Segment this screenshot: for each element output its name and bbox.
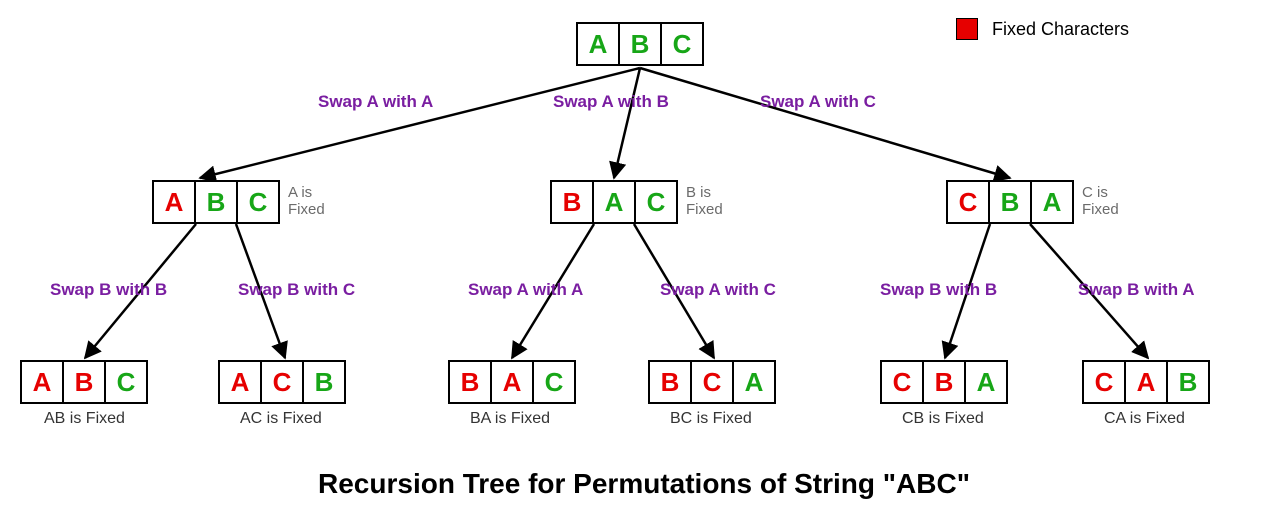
cell: C — [880, 360, 924, 404]
cell: A — [490, 360, 534, 404]
cell: B — [648, 360, 692, 404]
arrows-layer — [0, 0, 1288, 524]
cell: A — [732, 360, 776, 404]
cell: A — [218, 360, 262, 404]
cell: B — [922, 360, 966, 404]
cell: B — [194, 180, 238, 224]
swap-label: Swap A with A — [468, 280, 583, 300]
node-l1-0: A B C — [152, 180, 278, 224]
cell: A — [576, 22, 620, 66]
result-label: AC is Fixed — [240, 410, 322, 428]
result-label: CB is Fixed — [902, 410, 984, 428]
swap-label: Swap A with B — [553, 92, 669, 112]
cell: B — [550, 180, 594, 224]
legend-swatch — [956, 18, 978, 40]
node-leaf-4: C B A — [880, 360, 1006, 404]
cell: B — [618, 22, 662, 66]
result-label: CA is Fixed — [1104, 410, 1185, 428]
swap-label: Swap B with B — [880, 280, 997, 300]
swap-label: Swap B with C — [238, 280, 355, 300]
cell: A — [964, 360, 1008, 404]
cell: A — [20, 360, 64, 404]
cell: C — [236, 180, 280, 224]
cell: C — [104, 360, 148, 404]
fixed-note: A is Fixed — [288, 184, 325, 218]
fixed-note: C is Fixed — [1082, 184, 1119, 218]
fixed-note: B is Fixed — [686, 184, 723, 218]
result-label: BA is Fixed — [470, 410, 550, 428]
node-leaf-1: A C B — [218, 360, 344, 404]
swap-label: Swap A with C — [760, 92, 876, 112]
node-leaf-5: C A B — [1082, 360, 1208, 404]
cell: A — [1124, 360, 1168, 404]
result-label: BC is Fixed — [670, 410, 752, 428]
diagram-title: Recursion Tree for Permutations of Strin… — [0, 468, 1288, 500]
cell: B — [448, 360, 492, 404]
cell: C — [660, 22, 704, 66]
cell: C — [532, 360, 576, 404]
cell: C — [1082, 360, 1126, 404]
node-leaf-3: B C A — [648, 360, 774, 404]
node-root: A B C — [576, 22, 702, 66]
result-label: AB is Fixed — [44, 410, 125, 428]
legend: Fixed Characters — [956, 18, 1129, 40]
cell: C — [946, 180, 990, 224]
cell: C — [690, 360, 734, 404]
node-l1-1: B A C — [550, 180, 676, 224]
swap-label: Swap A with C — [660, 280, 776, 300]
cell: B — [62, 360, 106, 404]
swap-label: Swap B with A — [1078, 280, 1195, 300]
node-l1-2: C B A — [946, 180, 1072, 224]
swap-label: Swap B with B — [50, 280, 167, 300]
cell: A — [152, 180, 196, 224]
cell: A — [1030, 180, 1074, 224]
node-leaf-0: A B C — [20, 360, 146, 404]
cell: B — [1166, 360, 1210, 404]
legend-label: Fixed Characters — [992, 19, 1129, 40]
cell: A — [592, 180, 636, 224]
node-leaf-2: B A C — [448, 360, 574, 404]
swap-label: Swap A with A — [318, 92, 433, 112]
cell: C — [634, 180, 678, 224]
cell: C — [260, 360, 304, 404]
cell: B — [302, 360, 346, 404]
diagram-canvas: Fixed Characters A B C Swap A with A Swa… — [0, 0, 1288, 524]
cell: B — [988, 180, 1032, 224]
